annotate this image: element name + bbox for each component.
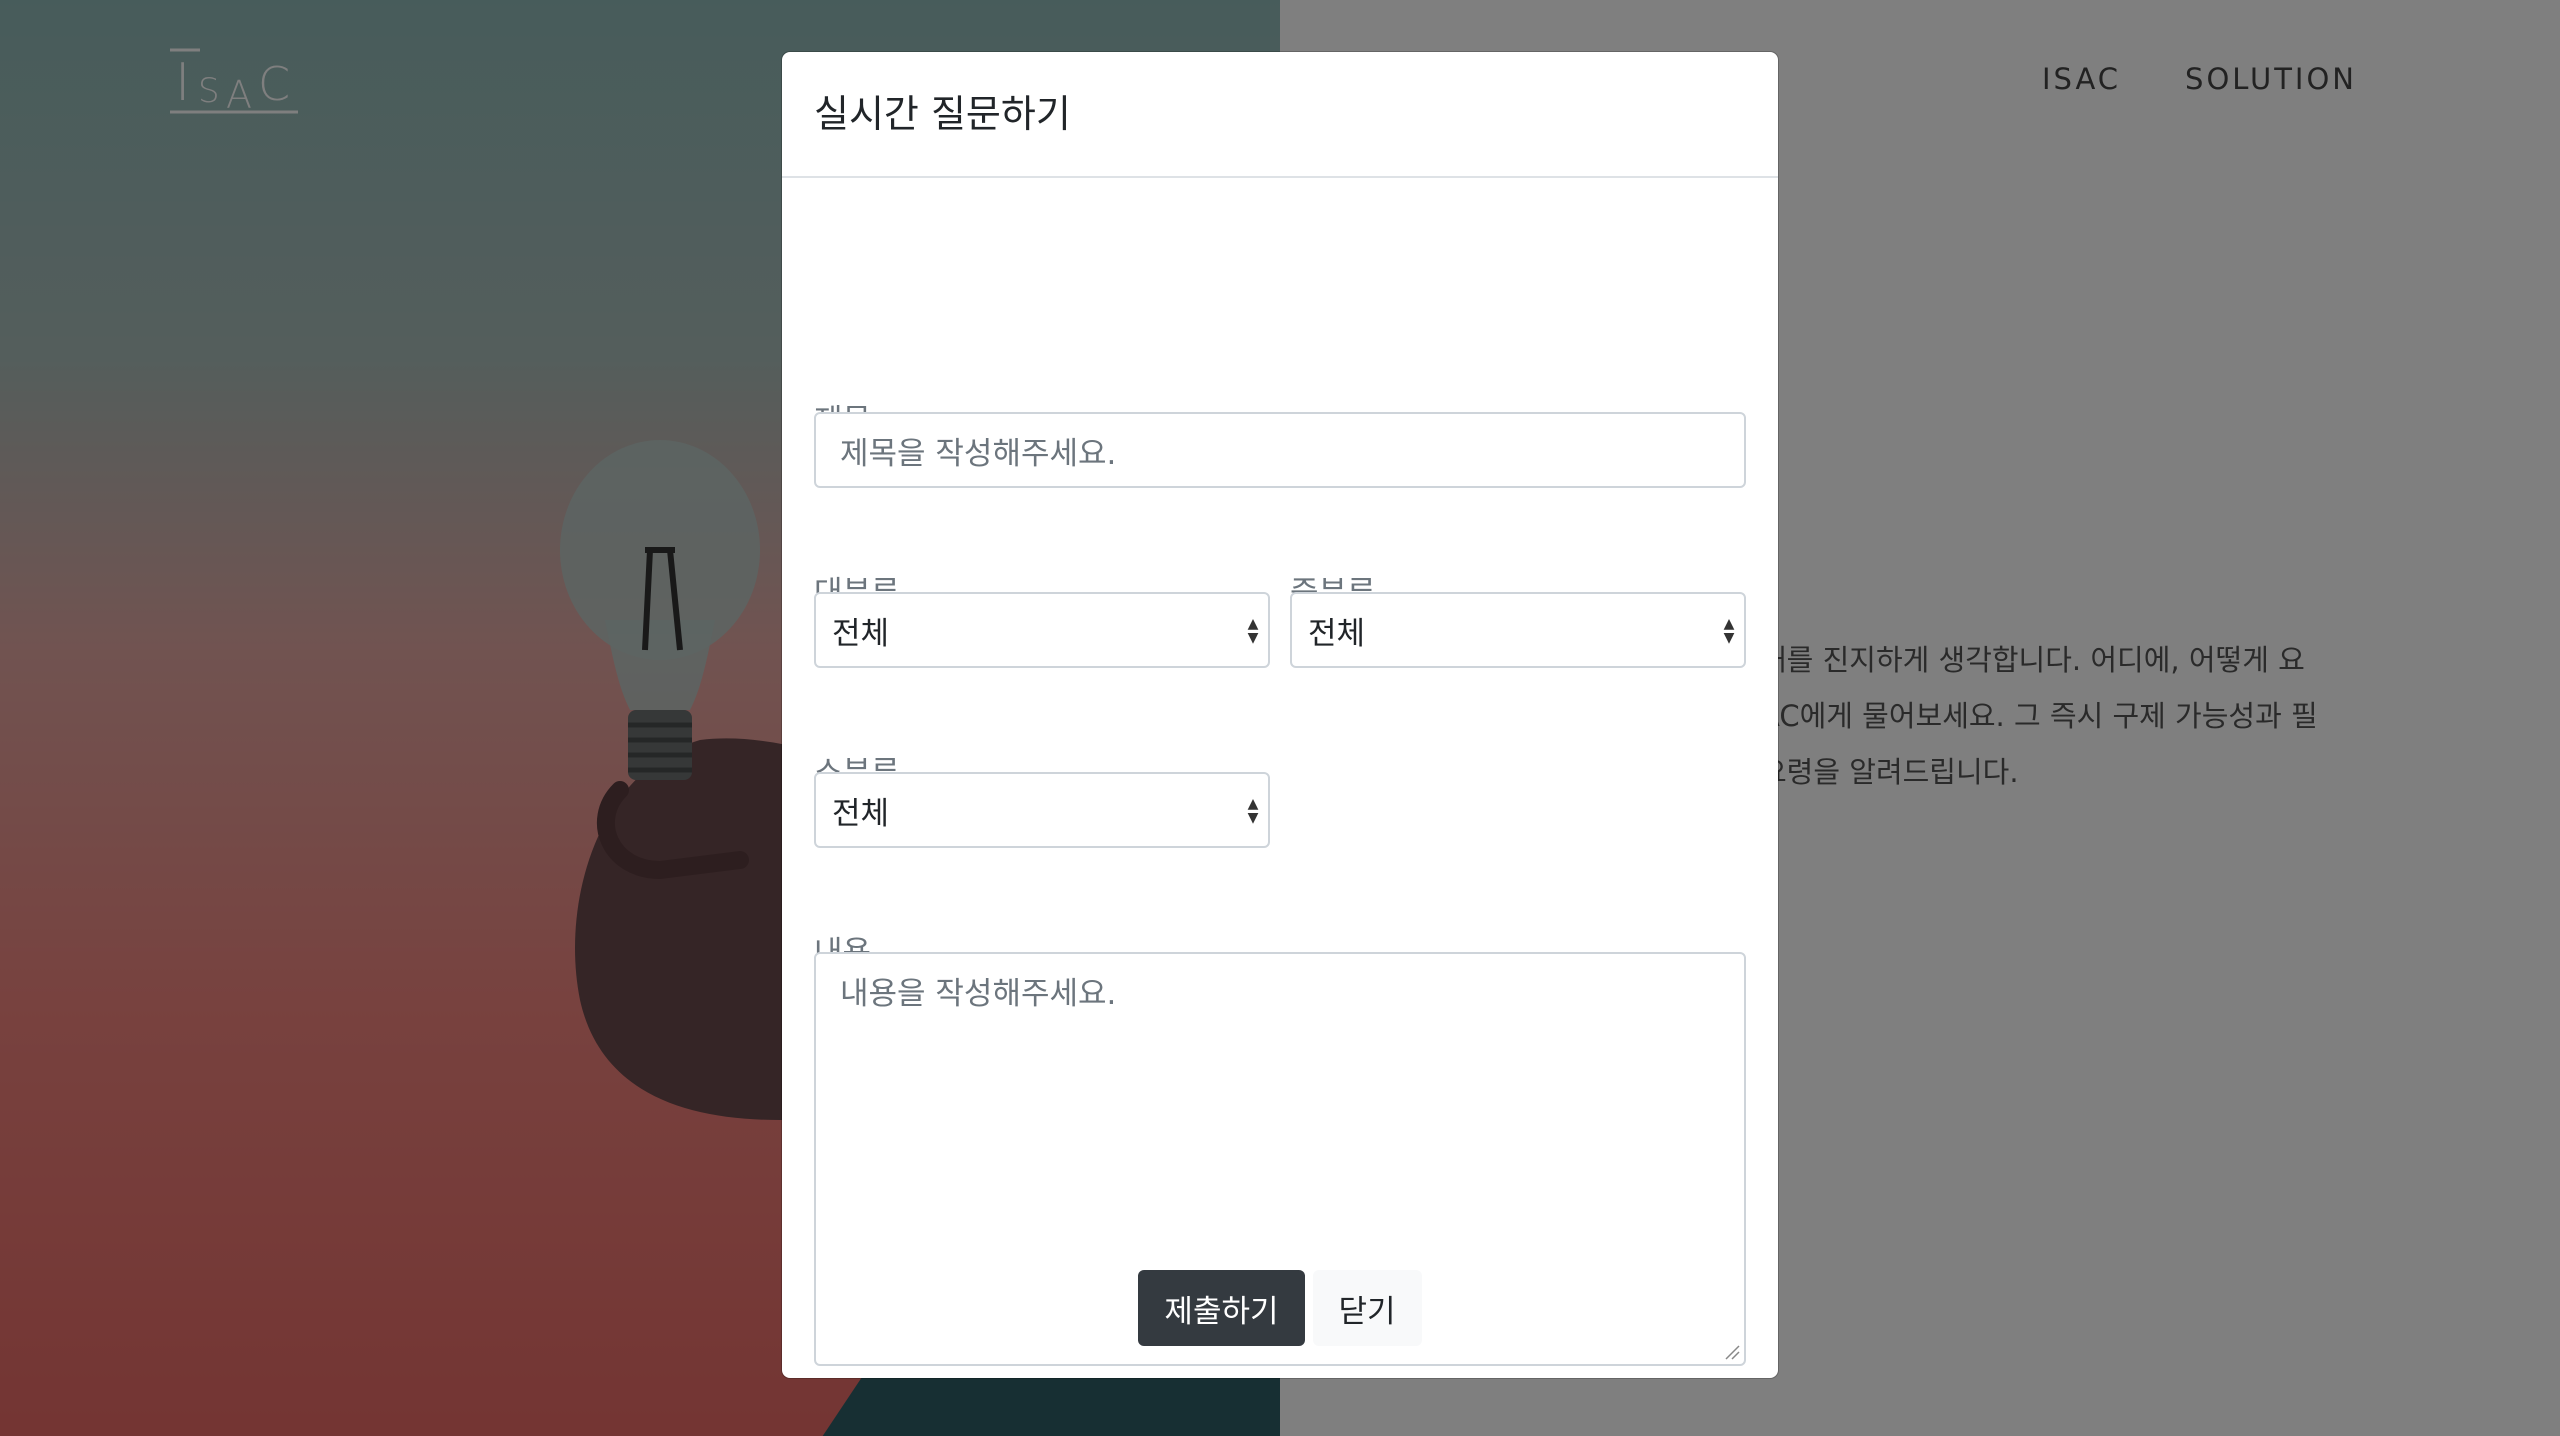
category-major-value: 전체 <box>832 615 890 652</box>
select-arrows-icon: ▲ ▼ <box>1247 616 1259 646</box>
title-input[interactable]: 제목을 작성해주세요. <box>814 412 1746 488</box>
content-placeholder: 내용을 작성해주세요. <box>840 976 1117 1012</box>
category-major-select[interactable]: 전체 ▲ ▼ <box>814 592 1270 668</box>
title-placeholder: 제목을 작성해주세요. <box>840 435 1117 472</box>
question-modal: 실시간 질문하기 제목 제목을 작성해주세요. 대분류 전체 ▲▼ 중분류 전체… <box>782 52 1778 1378</box>
resize-handle-icon[interactable] <box>1724 1344 1740 1360</box>
category-middle-value: 전체 <box>1308 615 1366 652</box>
submit-button[interactable]: 제출하기 <box>1138 1270 1305 1346</box>
category-minor-select[interactable]: 전체 ▲ ▼ <box>814 772 1270 848</box>
modal-header: 실시간 질문하기 <box>782 52 1778 178</box>
modal-footer: 제출하기 닫기 <box>782 1270 1778 1346</box>
select-arrows-icon: ▲ ▼ <box>1247 796 1259 826</box>
close-button[interactable]: 닫기 <box>1312 1270 1422 1346</box>
modal-title: 실시간 질문하기 <box>814 92 1071 136</box>
select-arrows-icon: ▲ ▼ <box>1723 616 1735 646</box>
category-middle-select[interactable]: 전체 ▲ ▼ <box>1290 592 1746 668</box>
category-minor-value: 전체 <box>832 795 890 832</box>
